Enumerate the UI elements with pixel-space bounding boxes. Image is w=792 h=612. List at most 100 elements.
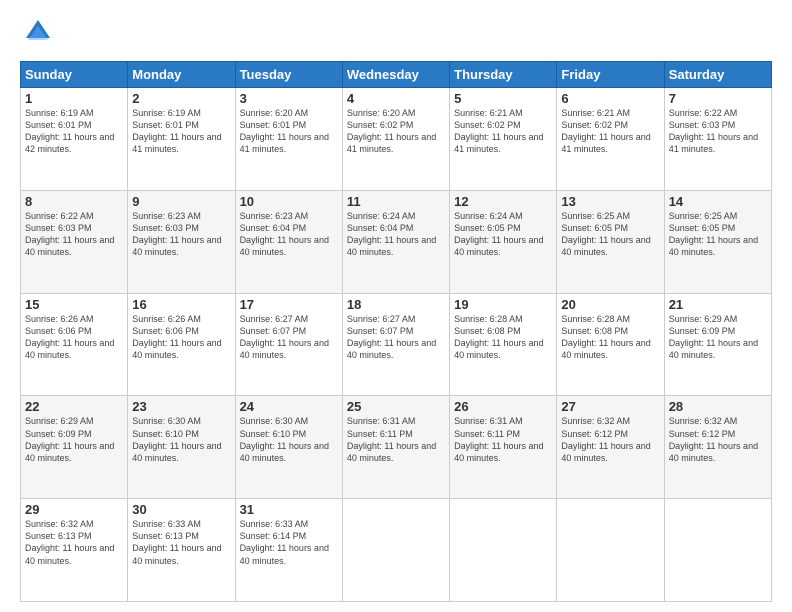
page: SundayMondayTuesdayWednesdayThursdayFrid… xyxy=(0,0,792,612)
day-cell: 31 Sunrise: 6:33 AMSunset: 6:14 PMDaylig… xyxy=(235,499,342,602)
day-number: 24 xyxy=(240,399,338,414)
day-info: Sunrise: 6:24 AMSunset: 6:05 PMDaylight:… xyxy=(454,211,543,257)
weekday-header-monday: Monday xyxy=(128,62,235,88)
day-cell: 20 Sunrise: 6:28 AMSunset: 6:08 PMDaylig… xyxy=(557,293,664,396)
weekday-header-sunday: Sunday xyxy=(21,62,128,88)
day-number: 1 xyxy=(25,91,123,106)
day-cell: 4 Sunrise: 6:20 AMSunset: 6:02 PMDayligh… xyxy=(342,88,449,191)
day-info: Sunrise: 6:22 AMSunset: 6:03 PMDaylight:… xyxy=(25,211,114,257)
day-cell: 29 Sunrise: 6:32 AMSunset: 6:13 PMDaylig… xyxy=(21,499,128,602)
day-number: 11 xyxy=(347,194,445,209)
day-info: Sunrise: 6:28 AMSunset: 6:08 PMDaylight:… xyxy=(454,314,543,360)
day-info: Sunrise: 6:23 AMSunset: 6:04 PMDaylight:… xyxy=(240,211,329,257)
day-info: Sunrise: 6:19 AMSunset: 6:01 PMDaylight:… xyxy=(132,108,221,154)
day-cell xyxy=(342,499,449,602)
weekday-header-friday: Friday xyxy=(557,62,664,88)
week-row-4: 22 Sunrise: 6:29 AMSunset: 6:09 PMDaylig… xyxy=(21,396,772,499)
day-cell: 28 Sunrise: 6:32 AMSunset: 6:12 PMDaylig… xyxy=(664,396,771,499)
day-info: Sunrise: 6:27 AMSunset: 6:07 PMDaylight:… xyxy=(240,314,329,360)
week-row-1: 1 Sunrise: 6:19 AMSunset: 6:01 PMDayligh… xyxy=(21,88,772,191)
day-number: 22 xyxy=(25,399,123,414)
day-info: Sunrise: 6:26 AMSunset: 6:06 PMDaylight:… xyxy=(132,314,221,360)
day-cell: 27 Sunrise: 6:32 AMSunset: 6:12 PMDaylig… xyxy=(557,396,664,499)
day-info: Sunrise: 6:22 AMSunset: 6:03 PMDaylight:… xyxy=(669,108,758,154)
day-info: Sunrise: 6:25 AMSunset: 6:05 PMDaylight:… xyxy=(669,211,758,257)
day-number: 23 xyxy=(132,399,230,414)
weekday-header-thursday: Thursday xyxy=(450,62,557,88)
day-info: Sunrise: 6:31 AMSunset: 6:11 PMDaylight:… xyxy=(454,416,543,462)
day-info: Sunrise: 6:32 AMSunset: 6:13 PMDaylight:… xyxy=(25,519,114,565)
day-cell: 6 Sunrise: 6:21 AMSunset: 6:02 PMDayligh… xyxy=(557,88,664,191)
day-number: 8 xyxy=(25,194,123,209)
day-cell: 13 Sunrise: 6:25 AMSunset: 6:05 PMDaylig… xyxy=(557,190,664,293)
day-info: Sunrise: 6:32 AMSunset: 6:12 PMDaylight:… xyxy=(669,416,758,462)
calendar-table: SundayMondayTuesdayWednesdayThursdayFrid… xyxy=(20,61,772,602)
week-row-5: 29 Sunrise: 6:32 AMSunset: 6:13 PMDaylig… xyxy=(21,499,772,602)
day-number: 20 xyxy=(561,297,659,312)
day-info: Sunrise: 6:23 AMSunset: 6:03 PMDaylight:… xyxy=(132,211,221,257)
day-number: 31 xyxy=(240,502,338,517)
day-cell: 21 Sunrise: 6:29 AMSunset: 6:09 PMDaylig… xyxy=(664,293,771,396)
day-number: 2 xyxy=(132,91,230,106)
day-cell: 7 Sunrise: 6:22 AMSunset: 6:03 PMDayligh… xyxy=(664,88,771,191)
day-cell: 19 Sunrise: 6:28 AMSunset: 6:08 PMDaylig… xyxy=(450,293,557,396)
weekday-header-saturday: Saturday xyxy=(664,62,771,88)
weekday-header-tuesday: Tuesday xyxy=(235,62,342,88)
day-cell: 15 Sunrise: 6:26 AMSunset: 6:06 PMDaylig… xyxy=(21,293,128,396)
day-cell: 11 Sunrise: 6:24 AMSunset: 6:04 PMDaylig… xyxy=(342,190,449,293)
day-cell: 24 Sunrise: 6:30 AMSunset: 6:10 PMDaylig… xyxy=(235,396,342,499)
day-info: Sunrise: 6:21 AMSunset: 6:02 PMDaylight:… xyxy=(454,108,543,154)
day-info: Sunrise: 6:24 AMSunset: 6:04 PMDaylight:… xyxy=(347,211,436,257)
day-cell xyxy=(450,499,557,602)
day-number: 29 xyxy=(25,502,123,517)
day-number: 30 xyxy=(132,502,230,517)
day-cell: 9 Sunrise: 6:23 AMSunset: 6:03 PMDayligh… xyxy=(128,190,235,293)
day-cell: 25 Sunrise: 6:31 AMSunset: 6:11 PMDaylig… xyxy=(342,396,449,499)
day-cell: 14 Sunrise: 6:25 AMSunset: 6:05 PMDaylig… xyxy=(664,190,771,293)
day-cell: 22 Sunrise: 6:29 AMSunset: 6:09 PMDaylig… xyxy=(21,396,128,499)
day-number: 16 xyxy=(132,297,230,312)
week-row-2: 8 Sunrise: 6:22 AMSunset: 6:03 PMDayligh… xyxy=(21,190,772,293)
header xyxy=(20,16,772,51)
day-number: 26 xyxy=(454,399,552,414)
day-cell: 12 Sunrise: 6:24 AMSunset: 6:05 PMDaylig… xyxy=(450,190,557,293)
day-cell: 8 Sunrise: 6:22 AMSunset: 6:03 PMDayligh… xyxy=(21,190,128,293)
day-cell: 30 Sunrise: 6:33 AMSunset: 6:13 PMDaylig… xyxy=(128,499,235,602)
day-number: 18 xyxy=(347,297,445,312)
day-number: 6 xyxy=(561,91,659,106)
day-info: Sunrise: 6:29 AMSunset: 6:09 PMDaylight:… xyxy=(669,314,758,360)
day-info: Sunrise: 6:25 AMSunset: 6:05 PMDaylight:… xyxy=(561,211,650,257)
day-info: Sunrise: 6:29 AMSunset: 6:09 PMDaylight:… xyxy=(25,416,114,462)
day-number: 15 xyxy=(25,297,123,312)
day-cell: 17 Sunrise: 6:27 AMSunset: 6:07 PMDaylig… xyxy=(235,293,342,396)
day-info: Sunrise: 6:30 AMSunset: 6:10 PMDaylight:… xyxy=(240,416,329,462)
day-info: Sunrise: 6:30 AMSunset: 6:10 PMDaylight:… xyxy=(132,416,221,462)
day-info: Sunrise: 6:20 AMSunset: 6:01 PMDaylight:… xyxy=(240,108,329,154)
logo-icon xyxy=(24,18,52,51)
day-cell xyxy=(557,499,664,602)
day-number: 28 xyxy=(669,399,767,414)
day-info: Sunrise: 6:21 AMSunset: 6:02 PMDaylight:… xyxy=(561,108,650,154)
day-number: 17 xyxy=(240,297,338,312)
day-cell: 5 Sunrise: 6:21 AMSunset: 6:02 PMDayligh… xyxy=(450,88,557,191)
day-info: Sunrise: 6:27 AMSunset: 6:07 PMDaylight:… xyxy=(347,314,436,360)
day-cell: 23 Sunrise: 6:30 AMSunset: 6:10 PMDaylig… xyxy=(128,396,235,499)
day-cell xyxy=(664,499,771,602)
day-number: 10 xyxy=(240,194,338,209)
day-cell: 16 Sunrise: 6:26 AMSunset: 6:06 PMDaylig… xyxy=(128,293,235,396)
logo xyxy=(20,16,52,51)
day-info: Sunrise: 6:20 AMSunset: 6:02 PMDaylight:… xyxy=(347,108,436,154)
day-number: 9 xyxy=(132,194,230,209)
day-number: 12 xyxy=(454,194,552,209)
day-info: Sunrise: 6:31 AMSunset: 6:11 PMDaylight:… xyxy=(347,416,436,462)
day-cell: 18 Sunrise: 6:27 AMSunset: 6:07 PMDaylig… xyxy=(342,293,449,396)
day-cell: 3 Sunrise: 6:20 AMSunset: 6:01 PMDayligh… xyxy=(235,88,342,191)
week-row-3: 15 Sunrise: 6:26 AMSunset: 6:06 PMDaylig… xyxy=(21,293,772,396)
day-info: Sunrise: 6:19 AMSunset: 6:01 PMDaylight:… xyxy=(25,108,114,154)
day-info: Sunrise: 6:32 AMSunset: 6:12 PMDaylight:… xyxy=(561,416,650,462)
day-number: 21 xyxy=(669,297,767,312)
day-cell: 2 Sunrise: 6:19 AMSunset: 6:01 PMDayligh… xyxy=(128,88,235,191)
day-number: 13 xyxy=(561,194,659,209)
day-number: 4 xyxy=(347,91,445,106)
weekday-header-wednesday: Wednesday xyxy=(342,62,449,88)
